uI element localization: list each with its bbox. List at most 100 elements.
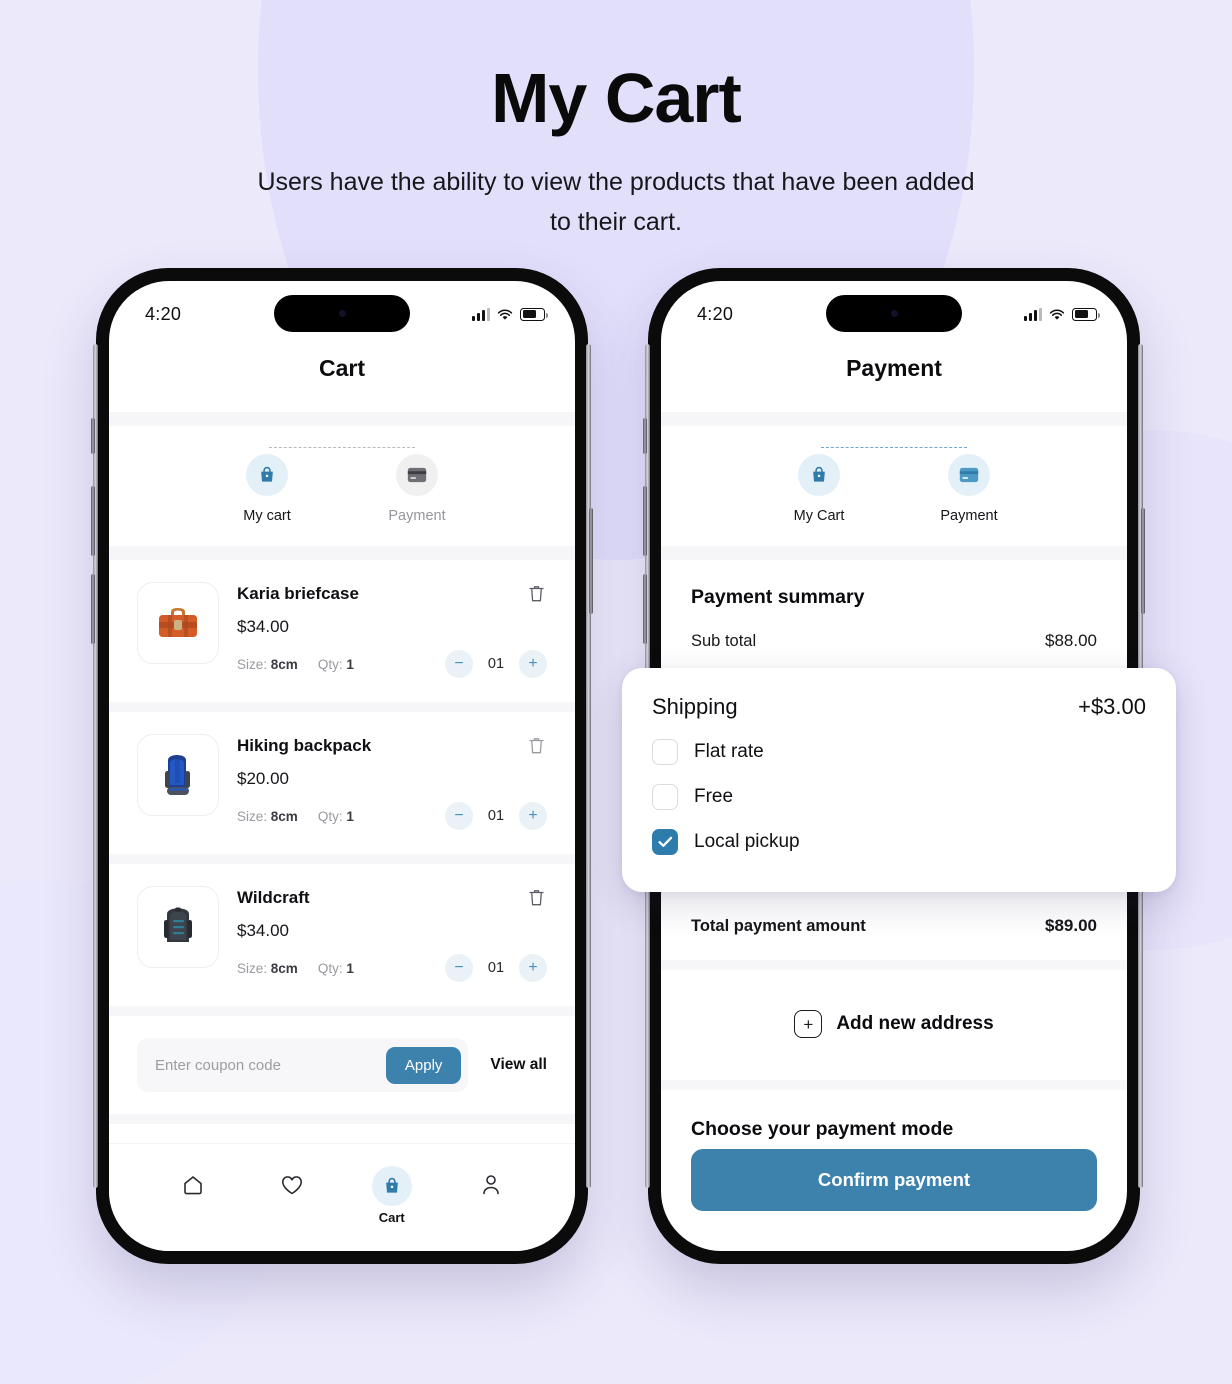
signal-bars-icon	[1024, 307, 1042, 321]
volume-down-button[interactable]	[91, 574, 95, 644]
status-time: 4:20	[145, 303, 182, 324]
quantity-value: 01	[487, 656, 505, 672]
qty-label: Qty:	[317, 808, 343, 824]
silent-switch[interactable]	[91, 418, 95, 454]
confirm-payment-button[interactable]: Confirm payment	[691, 1149, 1097, 1211]
section-divider	[661, 412, 1127, 426]
section-divider	[109, 1114, 575, 1124]
total-payment-row: Total payment amount $89.00	[661, 892, 1127, 960]
shipping-label: Shipping	[652, 694, 738, 719]
shipping-options-card: Shipping +$3.00 Flat rate Free Local pic…	[622, 668, 1176, 892]
apply-coupon-button[interactable]: Apply	[385, 1046, 462, 1084]
size-value: 8cm	[270, 808, 298, 824]
page-title: My Cart	[491, 59, 742, 137]
cart-app-title: Cart	[318, 355, 365, 381]
status-bar: 4:20	[661, 281, 1127, 337]
quantity-stepper[interactable]: − 01 +	[445, 650, 547, 678]
item-divider	[109, 854, 575, 864]
battery-icon	[520, 307, 548, 321]
qty-label: Qty:	[317, 960, 343, 976]
item-price: $20.00	[237, 769, 289, 788]
heart-icon	[243, 1166, 343, 1204]
page-subtitle: Users have the ability to view the produ…	[257, 167, 975, 237]
briefcase-thumbnail	[137, 582, 219, 664]
shipping-option-local-pickup[interactable]: Local pickup	[652, 829, 1146, 855]
quantity-stepper[interactable]: − 01 +	[445, 802, 547, 830]
coupon-section: Enter coupon code Apply View all	[109, 1016, 575, 1114]
coupon-input[interactable]: Enter coupon code	[155, 1057, 386, 1074]
section-divider	[661, 1080, 1127, 1090]
qty-value: 1	[346, 808, 354, 824]
quantity-stepper[interactable]: − 01 +	[445, 954, 547, 982]
trash-icon[interactable]	[526, 888, 547, 912]
cart-item-row[interactable]: Karia briefcase $34.00 Size: 8cm Qty: 1 …	[109, 560, 575, 702]
payment-summary-title: Payment summary	[691, 586, 865, 608]
power-button[interactable]	[1141, 508, 1145, 614]
total-payment-label: Total payment amount	[691, 916, 866, 935]
shipping-option-flat-rate[interactable]: Flat rate	[652, 739, 1146, 765]
stepper-step-payment[interactable]: Payment	[342, 454, 492, 524]
item-price: $34.00	[237, 921, 289, 940]
size-label: Size:	[237, 960, 268, 976]
power-button[interactable]	[589, 508, 593, 614]
stepper-step-payment[interactable]: Payment	[894, 454, 1044, 524]
wifi-icon	[497, 308, 513, 320]
increase-quantity-button[interactable]: +	[519, 954, 547, 982]
volume-up-button[interactable]	[91, 486, 95, 556]
decrease-quantity-button[interactable]: −	[445, 650, 473, 678]
total-payment-value: $89.00	[1045, 916, 1097, 935]
checkout-stepper: My Cart Payment	[661, 426, 1127, 546]
size-label: Size:	[237, 656, 268, 672]
volume-down-button[interactable]	[643, 574, 647, 644]
decrease-quantity-button[interactable]: −	[445, 802, 473, 830]
tab-label: Cart	[378, 1210, 405, 1225]
size-value: 8cm	[270, 960, 298, 976]
trash-icon[interactable]	[526, 584, 547, 608]
stepper-connector	[269, 447, 415, 448]
view-all-coupons-link[interactable]: View all	[490, 1056, 547, 1074]
shipping-option-label: Local pickup	[694, 831, 800, 852]
decrease-quantity-button[interactable]: −	[445, 954, 473, 982]
dynamic-island	[826, 295, 962, 332]
stepper-label: Payment	[940, 508, 998, 524]
shipping-option-label: Flat rate	[694, 741, 764, 762]
cart-screen: 4:20 Cart My cart Payment Karia briefcas…	[109, 281, 575, 1251]
shipping-amount: +$3.00	[1078, 694, 1146, 719]
sub-total-value: $88.00	[1045, 631, 1097, 650]
quantity-value: 01	[487, 960, 505, 976]
checkout-stepper: My cart Payment	[109, 426, 575, 546]
trash-icon[interactable]	[526, 736, 547, 760]
silent-switch[interactable]	[643, 418, 647, 454]
stepper-label: My Cart	[793, 508, 845, 524]
stepper-step-my-cart[interactable]: My Cart	[744, 454, 894, 524]
shipping-option-free[interactable]: Free	[652, 784, 1146, 810]
status-time: 4:20	[697, 303, 734, 324]
tab-home[interactable]	[143, 1166, 243, 1204]
increase-quantity-button[interactable]: +	[519, 802, 547, 830]
item-size: Size: 8cm	[237, 657, 298, 672]
blue-backpack-thumbnail	[137, 734, 219, 816]
stepper-label: My cart	[243, 508, 291, 524]
coupon-input-group[interactable]: Enter coupon code Apply	[137, 1038, 469, 1092]
bottom-tab-bar: Cart	[109, 1143, 575, 1251]
checkbox[interactable]	[652, 739, 678, 765]
volume-up-button[interactable]	[643, 486, 647, 556]
qty-value: 1	[346, 656, 354, 672]
checkbox-checked[interactable]	[652, 829, 678, 855]
item-name: Hiking backpack	[237, 736, 372, 755]
checkbox[interactable]	[652, 784, 678, 810]
tab-cart[interactable]: Cart	[342, 1166, 442, 1225]
dynamic-island	[274, 295, 410, 332]
stepper-connector	[821, 447, 967, 448]
tab-profile[interactable]	[442, 1166, 542, 1204]
section-divider	[109, 546, 575, 560]
credit-card-icon	[948, 454, 990, 496]
increase-quantity-button[interactable]: +	[519, 650, 547, 678]
phone-mockup-cart: 4:20 Cart My cart Payment Karia briefcas…	[91, 268, 593, 1264]
sub-total-row: Sub total $88.00	[691, 609, 1097, 651]
cart-item-row[interactable]: Hiking backpack $20.00 Size: 8cm Qty: 1 …	[109, 712, 575, 854]
stepper-step-my-cart[interactable]: My cart	[192, 454, 342, 524]
add-new-address-button[interactable]: + Add new address	[661, 970, 1127, 1080]
tab-wishlist[interactable]	[243, 1166, 343, 1204]
cart-item-row[interactable]: Wildcraft $34.00 Size: 8cm Qty: 1 − 01 +	[109, 864, 575, 1006]
